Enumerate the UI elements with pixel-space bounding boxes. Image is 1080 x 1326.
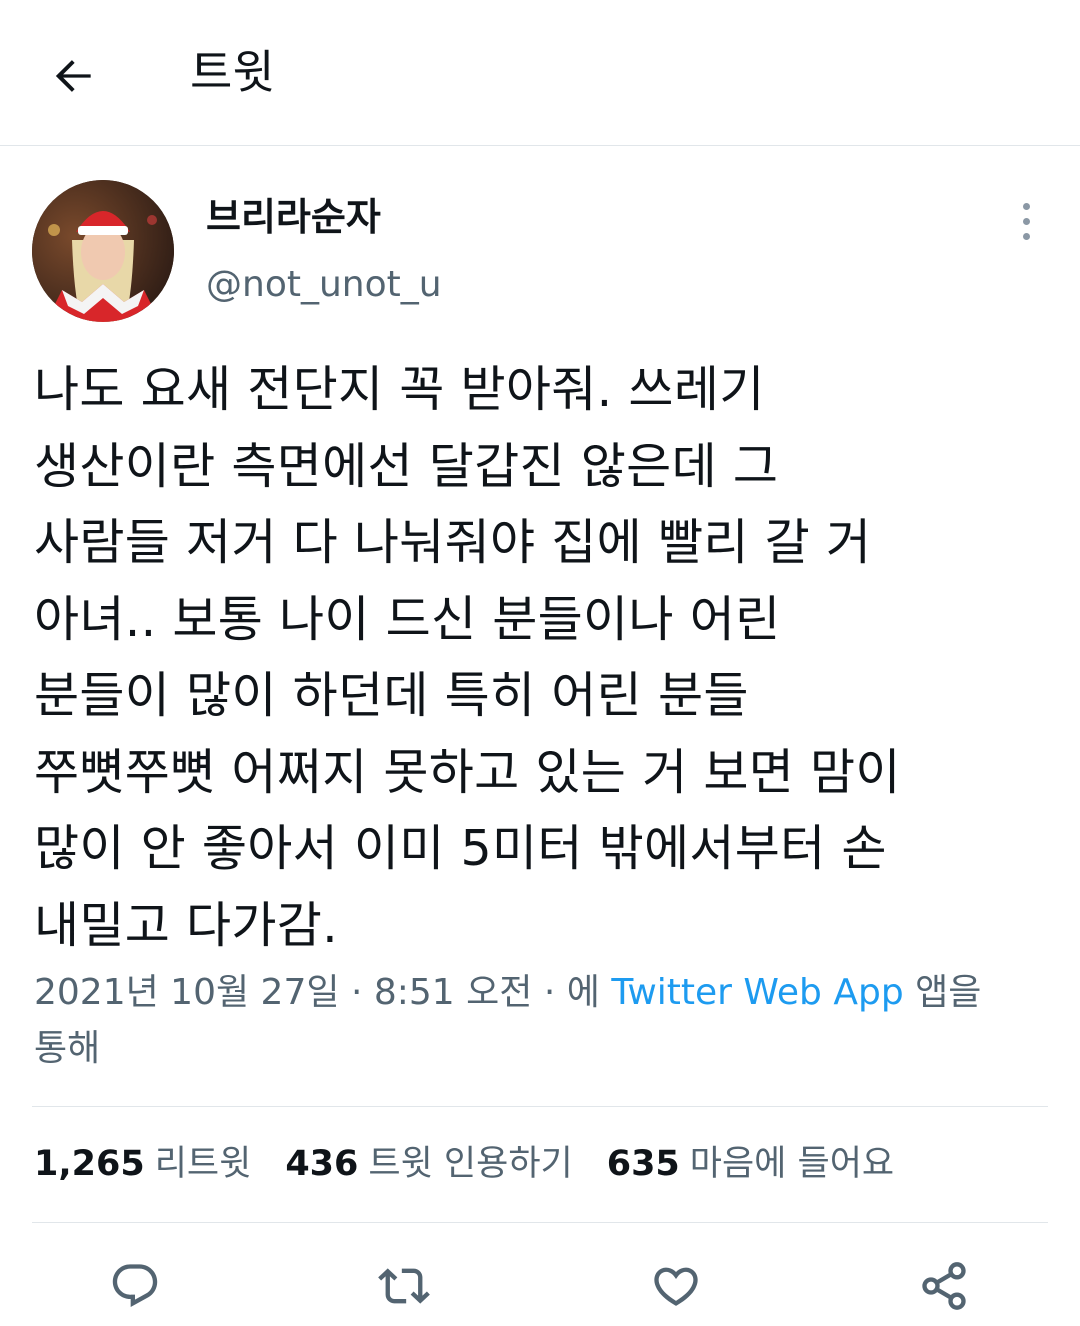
reply-icon (112, 1264, 158, 1308)
tweet-text: 나도 요새 전단지 꼭 받아줘. 쓰레기 생산이란 측면에선 달갑진 않은데 그… (34, 352, 1044, 964)
like-icon (654, 1267, 698, 1306)
like-button[interactable] (644, 1258, 708, 1314)
author-display-name[interactable]: 브리라순자 (206, 192, 381, 242)
retweets-label: 리트윗 (154, 1144, 252, 1184)
likes-count: 635 (606, 1144, 680, 1184)
author-handle[interactable]: @not_unot_u (206, 260, 442, 310)
top-bar: 트윗 (0, 0, 1080, 146)
tweet-text-line: 분들이 많이 하던데 특히 어린 분들 (34, 667, 749, 724)
tweet-text-line: 사람들 저거 다 나눠줘야 집에 빨리 갈 거 (34, 514, 872, 571)
retweet-button[interactable] (372, 1258, 436, 1314)
quotes-label: 트윗 인용하기 (368, 1144, 573, 1184)
source-app-link[interactable]: Twitter Web App (611, 972, 903, 1013)
meta-separator: · (543, 972, 556, 1013)
quotes-stat[interactable]: 436 트윗 인용하기 (285, 1136, 572, 1192)
avatar[interactable] (32, 180, 174, 322)
retweets-count: 1,265 (34, 1144, 145, 1184)
divider (32, 1106, 1048, 1107)
share-icon (922, 1262, 966, 1310)
tweet-text-line: 나도 요새 전단지 꼭 받아줘. 쓰레기 (34, 361, 765, 418)
dots-vertical-icon (1022, 202, 1030, 210)
divider (32, 1222, 1048, 1223)
tweet-text-line: 많이 안 좋아서 이미 5미터 밖에서부터 손 (34, 820, 887, 877)
likes-stat[interactable]: 635 마음에 들어요 (607, 1136, 894, 1192)
quotes-count: 436 (285, 1144, 359, 1184)
tweet-text-line: 쭈뼛쭈뼛 어쩌지 못하고 있는 거 보면 맘이 (34, 743, 901, 801)
via-tail: 통해 (34, 1028, 101, 1069)
share-button[interactable] (912, 1258, 976, 1314)
via-prefix: 에 (566, 972, 600, 1013)
retweet-icon (378, 1268, 430, 1304)
via-suffix: 앱을 (915, 972, 982, 1013)
likes-label: 마음에 들어요 (689, 1144, 895, 1184)
arrow-left-icon (55, 60, 91, 92)
tweet-date[interactable]: 2021년 10월 27일 (34, 972, 339, 1013)
tweet-meta: 2021년 10월 27일 · 8:51 오전 · 에 Twitter Web … (34, 965, 1044, 1077)
tweet-text-line: 내밀고 다가감. (34, 896, 339, 954)
tweet-time[interactable]: 8:51 오전 (374, 972, 533, 1013)
meta-separator: · (350, 972, 363, 1013)
tweet-text-line: 생산이란 측면에선 달갑진 않은데 그 (34, 437, 779, 495)
retweets-stat[interactable]: 1,265 리트윗 (34, 1136, 251, 1192)
back-button[interactable] (42, 44, 106, 108)
tweet-text-line: 아녀.. 보통 나이 드신 분들이나 어린 (34, 590, 781, 648)
more-options-button[interactable] (1006, 196, 1046, 246)
tweet-stats: 1,265 리트윗 436 트윗 인용하기 635 마음에 들어요 (34, 1136, 894, 1192)
page-title: 트윗 (190, 45, 275, 99)
reply-button[interactable] (103, 1258, 167, 1314)
